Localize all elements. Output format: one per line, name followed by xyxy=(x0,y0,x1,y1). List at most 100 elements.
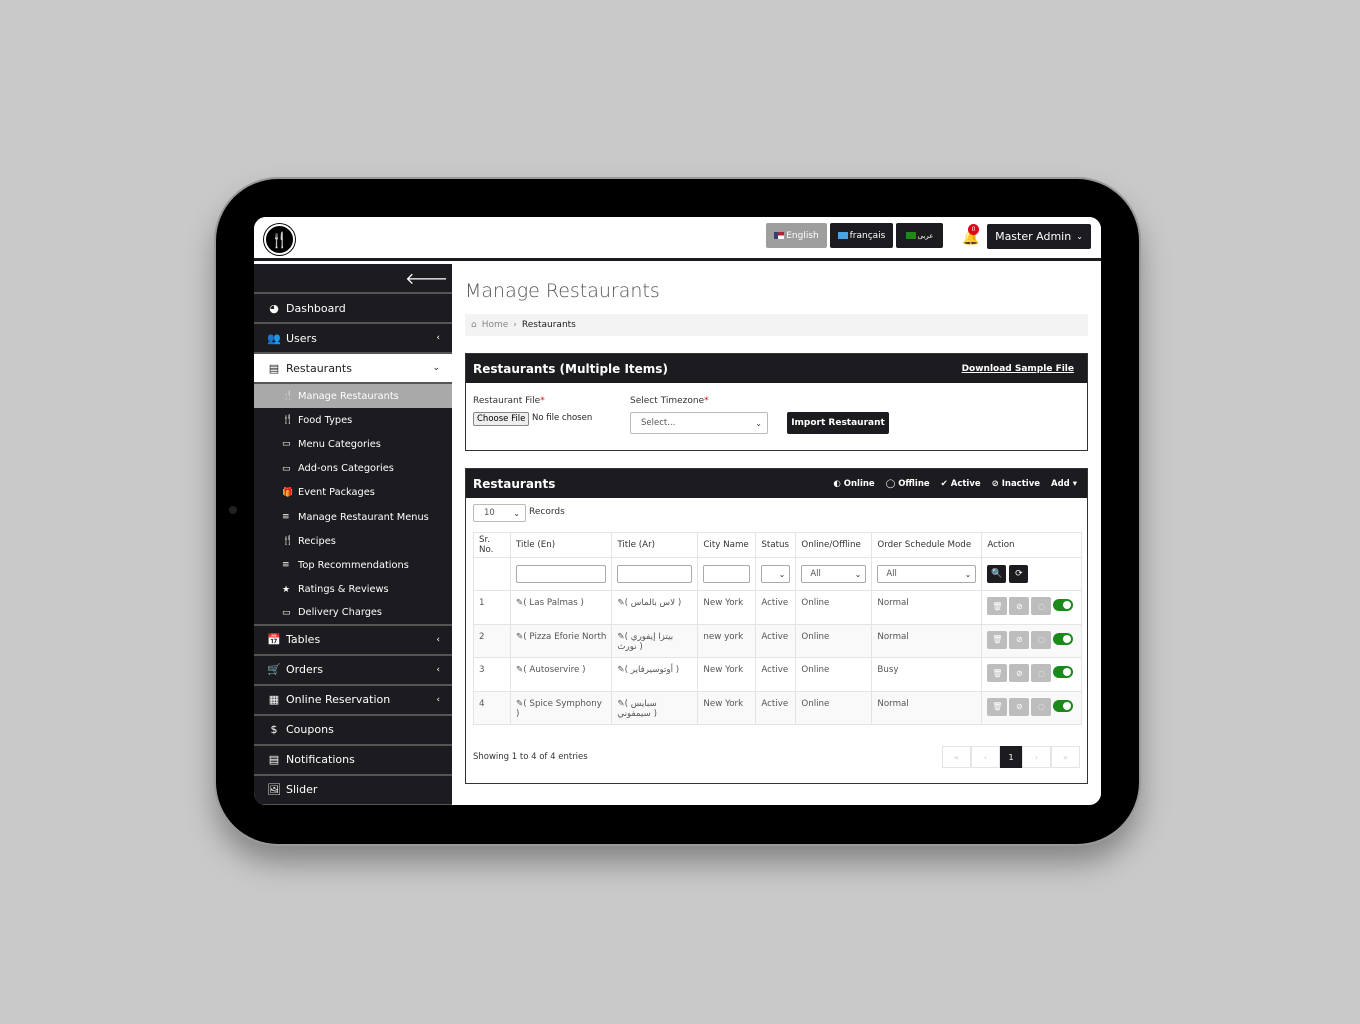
column-header[interactable]: City Name xyxy=(697,532,757,558)
breadcrumb: ⌂ Home › Restaurants xyxy=(465,314,1088,336)
cell-status: Active xyxy=(755,657,797,692)
set-active-button[interactable]: ✔ Active xyxy=(941,479,981,489)
sidebar-subitem-food-types[interactable]: 🍴 Food Types xyxy=(254,408,452,432)
sidebar-subitem-addons-categories[interactable]: ▭ Add-ons Categories xyxy=(254,457,452,481)
sidebar-item-dashboard[interactable]: ◕ Dashboard xyxy=(254,294,452,324)
action-label: Inactive xyxy=(1001,478,1041,489)
restaurants-panel-header: Restaurants ◐ Online ◯ Offline ✔ Active … xyxy=(466,469,1087,498)
choose-file-button[interactable]: Choose File xyxy=(473,412,530,426)
sidebar-item-coupons[interactable]: $ Coupons xyxy=(254,716,452,746)
sidebar-item-notifications[interactable]: ▤ Notifications xyxy=(254,746,452,776)
cell-title-en[interactable]: ✎( Pizza Eforie North xyxy=(509,623,613,658)
column-header[interactable]: Online/Offline xyxy=(795,532,873,558)
cell-title-ar[interactable]: ✎( لاس بالماس ) xyxy=(611,590,699,625)
cell-title-ar[interactable]: ✎( سبايس سيمفوني ) xyxy=(611,690,699,725)
delete-icon[interactable]: 🗑 xyxy=(987,664,1008,682)
last-page-button[interactable]: » xyxy=(1051,746,1080,768)
download-sample-link[interactable]: Download Sample File xyxy=(962,364,1074,374)
cell-title-ar[interactable]: ✎( بيتزا إيفوري نورث ) xyxy=(611,623,699,658)
online-toggle[interactable] xyxy=(1053,666,1074,678)
cell-title-en[interactable]: ✎( Las Palmas ) xyxy=(509,590,613,625)
spinner-icon[interactable]: ◌ xyxy=(1031,597,1052,615)
edit-icon[interactable]: ✎ xyxy=(617,632,624,642)
sidebar-item-tables[interactable]: 📅 Tables ‹ xyxy=(254,626,452,656)
set-inactive-button[interactable]: ⊘ Inactive xyxy=(992,479,1040,489)
spinner-icon[interactable]: ◌ xyxy=(1031,697,1052,716)
cell-city: New York xyxy=(697,690,757,725)
sidebar-subitem-delivery-charges[interactable]: ▭ Delivery Charges xyxy=(254,602,452,626)
status-filter-select[interactable]: ⌄ xyxy=(761,565,791,583)
sidebar-item-users[interactable]: 👥 Users ‹ xyxy=(254,324,452,354)
sidebar-subitem-manage-restaurants[interactable]: 🍴 Manage Restaurants xyxy=(254,384,452,409)
sidebar-subitem-restaurant-menus[interactable]: ≡ Manage Restaurant Menus xyxy=(254,505,452,529)
import-panel-title: Restaurants (Multiple Items) xyxy=(473,361,668,376)
schedule-mode-filter-select[interactable]: All ⌄ xyxy=(877,565,977,583)
column-header[interactable]: Status xyxy=(755,532,797,558)
lang-arabic-button[interactable]: عربى xyxy=(896,223,943,248)
add-dropdown-button[interactable]: Add ▾ xyxy=(1051,479,1077,489)
deactivate-icon[interactable]: ⊘ xyxy=(1009,664,1030,682)
restaurant-logo-icon[interactable]: 🍴 xyxy=(264,224,295,255)
page-1-button[interactable]: 1 xyxy=(1000,746,1022,768)
column-header[interactable]: Title (Ar) xyxy=(611,532,699,558)
delete-icon[interactable]: 🗑 xyxy=(987,597,1008,615)
title-ar-filter-input[interactable] xyxy=(617,565,693,583)
collapse-sidebar-button[interactable]: 🡐 xyxy=(254,264,452,294)
column-header[interactable]: Order Schedule Mode xyxy=(871,532,983,558)
city-filter-input[interactable] xyxy=(703,565,751,583)
delete-icon[interactable]: 🗑 xyxy=(987,630,1008,649)
online-toggle[interactable] xyxy=(1053,599,1074,611)
breadcrumb-home[interactable]: Home xyxy=(482,320,509,330)
deactivate-icon[interactable]: ⊘ xyxy=(1009,597,1030,615)
spinner-icon[interactable]: ◌ xyxy=(1031,664,1052,682)
sidebar-subitem-menu-categories[interactable]: ▭ Menu Categories xyxy=(254,432,452,456)
filter-cell: All ⌄ xyxy=(871,557,983,591)
sidebar-subitem-top-recommendations[interactable]: ≡ Top Recommendations xyxy=(254,553,452,577)
online-toggle[interactable] xyxy=(1053,632,1074,645)
user-menu-button[interactable]: Master Admin ⌄ xyxy=(987,224,1091,249)
deactivate-icon[interactable]: ⊘ xyxy=(1009,630,1030,649)
edit-icon[interactable]: ✎ xyxy=(617,665,624,675)
sidebar-subitem-recipes[interactable]: 🍴 Recipes xyxy=(254,529,452,553)
set-online-button[interactable]: ◐ Online xyxy=(833,479,874,489)
cell-city: New York xyxy=(697,657,757,692)
deactivate-icon[interactable]: ⊘ xyxy=(1009,697,1030,716)
file-status: No file chosen xyxy=(532,413,593,423)
lang-english-button[interactable]: English xyxy=(766,223,827,248)
chevron-left-icon: ‹ xyxy=(436,694,440,705)
cell-title-ar[interactable]: ✎( أوتوسيرفاير ) xyxy=(611,657,699,692)
records-label: Records xyxy=(529,507,565,517)
sidebar-item-restaurants[interactable]: ▤ Restaurants ⌄ xyxy=(254,354,452,384)
sidebar-subitem-event-packages[interactable]: 🎁 Event Packages xyxy=(254,481,452,505)
reset-filter-button[interactable]: ⟳ xyxy=(1009,565,1029,583)
first-page-button[interactable]: « xyxy=(942,746,971,768)
sidebar-item-orders[interactable]: 🛒 Orders ‹ xyxy=(254,656,452,686)
cell-title-en[interactable]: ✎( Autoservire ) xyxy=(509,657,613,692)
sidebar-item-label: Dashboard xyxy=(286,301,346,315)
set-offline-button[interactable]: ◯ Offline xyxy=(886,479,930,489)
restaurants-table: Sr. No. Title (En) Title (Ar) City Name … xyxy=(473,532,1082,725)
spinner-icon[interactable]: ◌ xyxy=(1031,630,1052,649)
next-page-button[interactable]: › xyxy=(1022,746,1051,768)
edit-icon[interactable]: ✎ xyxy=(617,598,624,608)
sidebar-item-online-reservation[interactable]: ▦ Online Reservation ‹ xyxy=(254,686,452,716)
import-restaurant-button[interactable]: Import Restaurant xyxy=(787,412,889,434)
prev-page-button[interactable]: ‹ xyxy=(971,746,1000,768)
title-en-filter-input[interactable] xyxy=(516,565,607,583)
timezone-select[interactable]: Select... ⌄ xyxy=(630,412,768,434)
sidebar-item-slider[interactable]: 🖼 Slider xyxy=(254,776,452,805)
lang-french-button[interactable]: français xyxy=(830,223,893,248)
sidebar-subitem-ratings-reviews[interactable]: ★ Ratings & Reviews xyxy=(254,578,452,602)
cell-sr: 3 xyxy=(473,657,511,692)
cell-title-en[interactable]: ✎( Spice Symphony ) xyxy=(509,690,613,725)
delete-icon[interactable]: 🗑 xyxy=(987,697,1008,716)
online-filter-select[interactable]: All ⌄ xyxy=(801,565,867,583)
online-toggle[interactable] xyxy=(1053,699,1074,712)
dashboard-icon: ◕ xyxy=(269,301,279,315)
column-header[interactable]: Title (En) xyxy=(509,532,613,558)
edit-icon[interactable]: ✎ xyxy=(617,699,624,709)
card-icon: ▭ xyxy=(282,463,291,474)
search-button[interactable]: 🔍 xyxy=(987,565,1007,583)
records-per-page-select[interactable]: 10 ⌄ xyxy=(473,504,526,522)
column-header[interactable]: Sr. No. xyxy=(473,532,511,558)
